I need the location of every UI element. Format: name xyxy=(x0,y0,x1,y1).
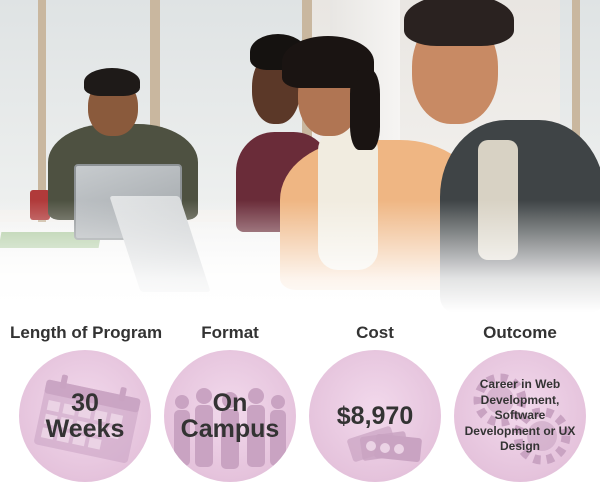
length-value: 30 Weeks xyxy=(45,388,125,443)
outcome-circle: Career in Web Development, Software Deve… xyxy=(454,350,586,482)
format-circle: On Campus xyxy=(164,350,296,482)
photo-fade xyxy=(0,200,600,312)
format-value: On Campus xyxy=(180,388,280,443)
format-label: Format xyxy=(201,323,259,342)
outcome-label: Outcome xyxy=(483,323,557,342)
info-cost: Cost $8,970 xyxy=(300,322,450,482)
length-circle: 30 Weeks xyxy=(19,350,151,482)
window xyxy=(0,0,40,210)
info-outcome: Outcome Career in Web Development, Softw… xyxy=(445,322,595,482)
outcome-value: Career in Web Development, Software Deve… xyxy=(464,377,576,454)
hero-photo xyxy=(0,0,600,312)
info-length: Length of Program 30 Weeks xyxy=(10,322,163,482)
length-label: Length of Program xyxy=(10,323,163,342)
cost-value: $8,970 xyxy=(336,401,414,430)
info-format: Format On Campus xyxy=(155,322,305,482)
cost-label: Cost xyxy=(356,323,394,342)
cost-circle: $8,970 xyxy=(309,350,441,482)
